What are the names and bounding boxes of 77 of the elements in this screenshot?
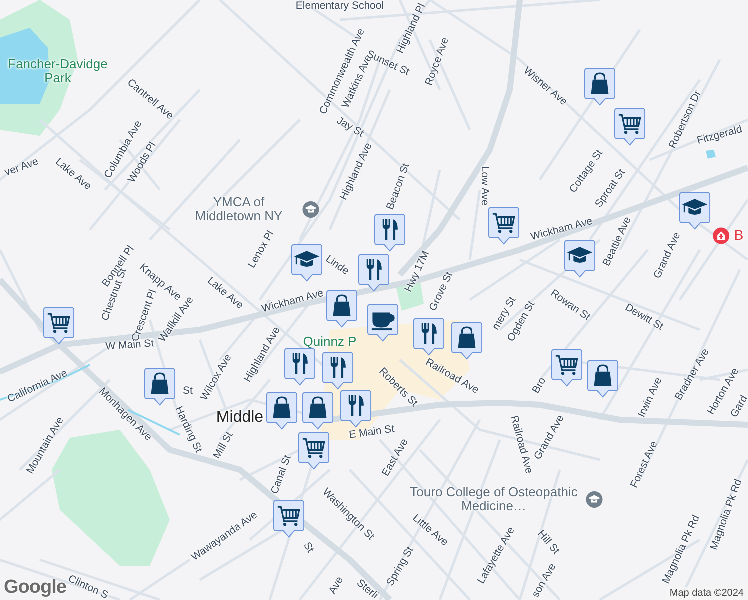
fork-knife-icon bbox=[422, 324, 437, 344]
graduation-cap-icon bbox=[302, 201, 320, 219]
street-label: ver Ave bbox=[4, 156, 40, 180]
cart-icon bbox=[618, 114, 642, 134]
map-marker[interactable] bbox=[488, 207, 520, 245]
map-marker[interactable] bbox=[564, 240, 596, 278]
street-label: Jay St bbox=[334, 116, 366, 140]
cart-icon bbox=[277, 506, 300, 526]
fork-knife-icon bbox=[330, 358, 346, 378]
park-label: Quinnz P bbox=[303, 334, 357, 350]
town-label: Middle bbox=[216, 409, 264, 427]
map-marker[interactable] bbox=[266, 392, 298, 430]
map-marker[interactable] bbox=[679, 192, 711, 230]
map-marker[interactable] bbox=[413, 318, 445, 356]
street-label: Wickham Ave bbox=[260, 288, 326, 316]
street-label: St bbox=[183, 386, 193, 398]
shopping-bag-icon bbox=[458, 326, 476, 348]
map-marker[interactable] bbox=[273, 500, 305, 538]
cart-icon bbox=[555, 355, 578, 376]
map-marker[interactable] bbox=[284, 348, 316, 386]
map-marker[interactable] bbox=[374, 214, 406, 252]
park-label: Fancher-Davidge Park bbox=[7, 58, 109, 86]
graduation-cap-icon bbox=[682, 199, 708, 215]
cart-icon bbox=[492, 213, 516, 234]
map-marker[interactable] bbox=[587, 360, 619, 398]
place-label: B bbox=[734, 228, 744, 244]
street-label: Low Ave bbox=[478, 166, 490, 206]
coffee-cup-icon bbox=[372, 312, 395, 331]
place-label: YMCA of Middletown NY bbox=[194, 196, 284, 224]
graduation-cap-icon bbox=[294, 251, 320, 267]
cart-icon bbox=[47, 313, 70, 334]
shopping-bag-icon bbox=[333, 294, 351, 316]
shopping-bag-icon bbox=[309, 396, 327, 418]
street-label: Royce Ave bbox=[424, 36, 452, 88]
place-label: Touro College of Osteopathic Medicine… bbox=[409, 486, 579, 514]
map-marker[interactable] bbox=[367, 304, 399, 342]
map-marker[interactable] bbox=[584, 68, 616, 106]
shopping-bag-icon bbox=[591, 72, 609, 94]
map-marker[interactable] bbox=[340, 390, 372, 428]
map-marker[interactable] bbox=[358, 254, 390, 292]
map-marker[interactable] bbox=[614, 108, 646, 146]
street-label: Ave bbox=[328, 575, 346, 597]
street-label: Hill St bbox=[534, 528, 562, 558]
street-label: Wickham Ave bbox=[530, 216, 594, 244]
map-logo: Google bbox=[4, 577, 66, 599]
map-marker[interactable] bbox=[43, 307, 75, 345]
street-label: Irwin Ave bbox=[636, 376, 666, 420]
fork-knife-icon bbox=[366, 260, 382, 280]
map-marker[interactable] bbox=[291, 244, 323, 282]
graduation-cap-icon bbox=[567, 247, 593, 263]
street-label: Grand Ave bbox=[652, 231, 684, 281]
street-label: Railroad Ave bbox=[508, 414, 534, 476]
map-marker[interactable] bbox=[322, 352, 354, 390]
street-label: Mill St bbox=[212, 430, 236, 462]
street-label: E Main St bbox=[348, 424, 396, 442]
street-label: St bbox=[300, 540, 316, 556]
street-label: Canal St bbox=[270, 454, 294, 496]
fork-knife-icon bbox=[382, 220, 398, 240]
shopping-bag-icon bbox=[273, 396, 291, 418]
street-label: son Ave bbox=[530, 562, 560, 600]
map-marker[interactable] bbox=[144, 368, 176, 406]
hospital-icon bbox=[712, 227, 730, 245]
map-marker[interactable] bbox=[451, 322, 483, 360]
shopping-bag-icon bbox=[151, 372, 169, 394]
cart-icon bbox=[302, 438, 326, 458]
street-label: W Main St bbox=[105, 338, 155, 354]
shopping-bag-icon bbox=[594, 364, 612, 386]
street-label: Elementary School bbox=[296, 1, 384, 13]
street-label: Bro bbox=[530, 376, 550, 396]
fork-knife-icon bbox=[348, 396, 364, 416]
map-marker[interactable] bbox=[326, 290, 358, 328]
map-marker[interactable] bbox=[302, 392, 334, 430]
graduation-cap-icon bbox=[586, 491, 604, 509]
map-marker[interactable] bbox=[551, 349, 583, 387]
fork-knife-icon bbox=[292, 354, 308, 374]
pond bbox=[706, 150, 716, 159]
map-marker[interactable] bbox=[298, 432, 330, 470]
